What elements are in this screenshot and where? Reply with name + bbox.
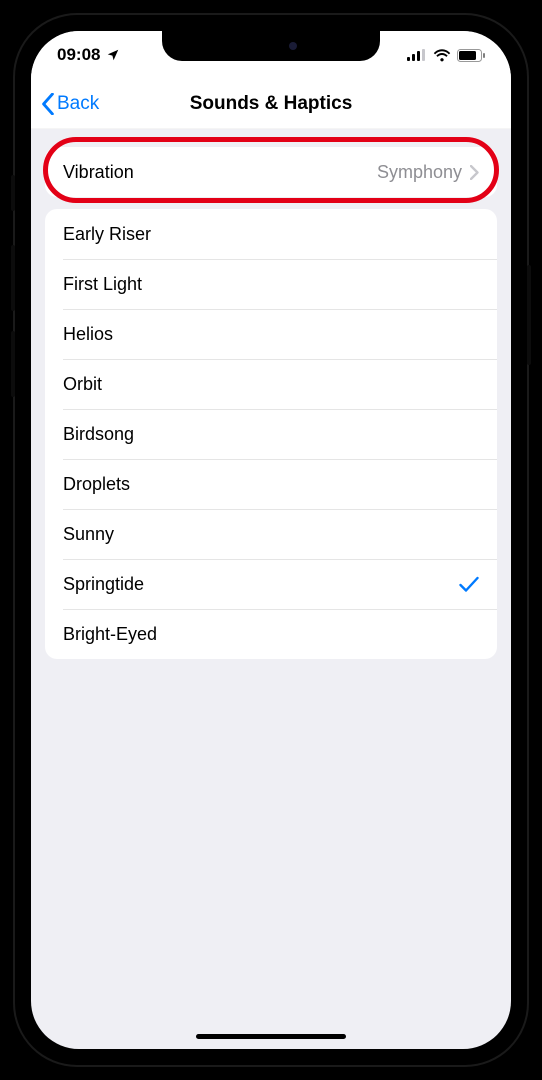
back-label: Back xyxy=(57,93,99,115)
back-button[interactable]: Back xyxy=(41,93,99,115)
notch xyxy=(162,31,380,61)
home-indicator[interactable] xyxy=(196,1034,346,1039)
checkmark-icon xyxy=(459,576,479,593)
status-time: 09:08 xyxy=(57,45,100,65)
vibration-group: Vibration Symphony xyxy=(45,147,497,197)
sound-row[interactable]: Early Riser xyxy=(45,209,497,259)
sound-row[interactable]: Orbit xyxy=(45,359,497,409)
page-title: Sounds & Haptics xyxy=(190,93,353,115)
sound-label: Droplets xyxy=(63,474,130,495)
vibration-row[interactable]: Vibration Symphony xyxy=(45,147,497,197)
sound-row[interactable]: First Light xyxy=(45,259,497,309)
vibration-label: Vibration xyxy=(63,162,134,183)
volume-up-button xyxy=(11,245,15,311)
sound-row[interactable]: Bright-Eyed xyxy=(45,609,497,659)
status-left: 09:08 xyxy=(57,45,120,65)
screen: 09:08 xyxy=(31,31,511,1049)
nav-bar: Back Sounds & Haptics xyxy=(31,79,511,129)
sound-row[interactable]: Helios xyxy=(45,309,497,359)
sound-label: Birdsong xyxy=(63,424,134,445)
sound-label: Sunny xyxy=(63,524,114,545)
sound-label: Springtide xyxy=(63,574,144,595)
cellular-icon xyxy=(407,49,427,61)
ringer-switch xyxy=(11,175,15,211)
wifi-icon xyxy=(433,49,451,62)
phone-frame: 09:08 xyxy=(15,15,527,1065)
volume-down-button xyxy=(11,331,15,397)
sounds-group: Early Riser First Light Helios Orbit Birdson… xyxy=(45,209,497,659)
sound-row[interactable]: Springtide xyxy=(45,559,497,609)
sound-row[interactable]: Birdsong xyxy=(45,409,497,459)
sound-label: Bright-Eyed xyxy=(63,624,157,645)
location-icon xyxy=(106,48,120,62)
sound-label: Orbit xyxy=(63,374,102,395)
status-right xyxy=(407,49,485,62)
side-button xyxy=(527,265,531,365)
vibration-value: Symphony xyxy=(377,162,462,183)
sound-label: First Light xyxy=(63,274,142,295)
chevron-left-icon xyxy=(41,93,55,115)
content: Vibration Symphony Early Riser First Ligh… xyxy=(31,129,511,659)
sound-row[interactable]: Sunny xyxy=(45,509,497,559)
front-camera-icon xyxy=(289,42,297,50)
sound-label: Early Riser xyxy=(63,224,151,245)
chevron-right-icon xyxy=(470,165,479,180)
battery-icon xyxy=(457,49,485,62)
sound-label: Helios xyxy=(63,324,113,345)
sound-row[interactable]: Droplets xyxy=(45,459,497,509)
